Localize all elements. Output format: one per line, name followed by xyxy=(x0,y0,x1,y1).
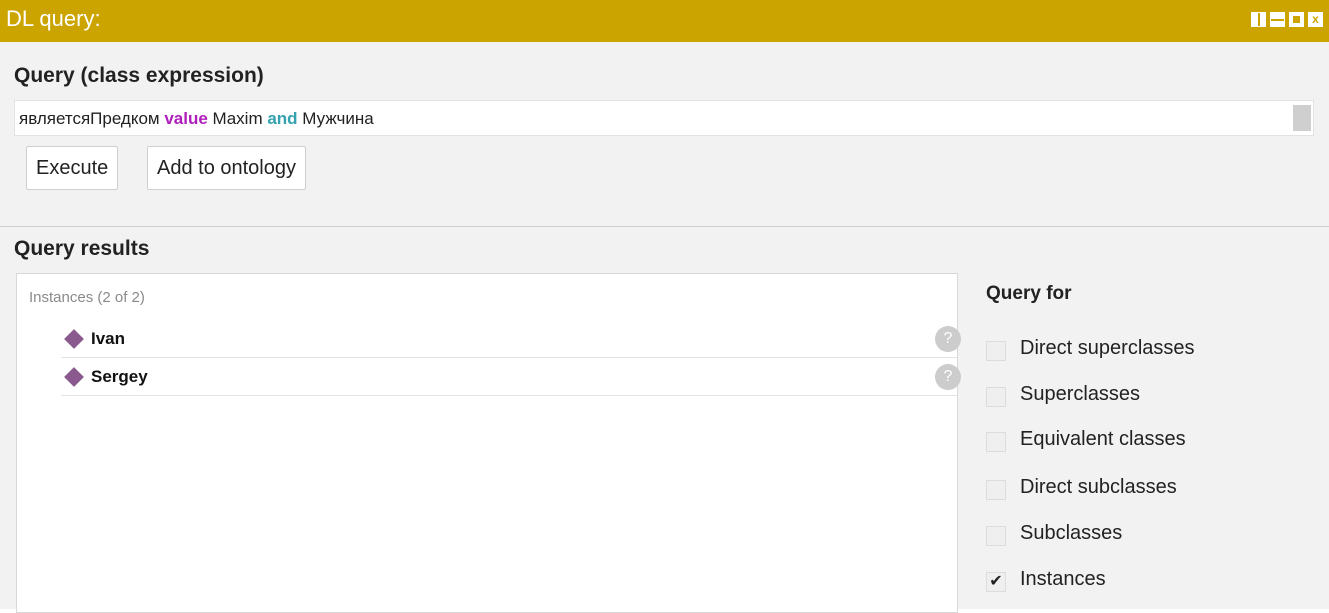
expression-text: являетсяПредком xyxy=(19,109,165,128)
expression-text: Maxim xyxy=(207,109,268,128)
keyword-and: and xyxy=(267,109,298,128)
option-label: Subclasses xyxy=(1020,522,1123,544)
results-heading: Query results xyxy=(14,237,150,260)
maximize-icon[interactable] xyxy=(1289,12,1304,27)
results-caption: Instances (2 of 2) xyxy=(29,289,145,306)
results-list: Instances (2 of 2) Ivan ? Sergey ? xyxy=(16,273,961,613)
title-bar: DL query: x xyxy=(0,0,1329,42)
option-label: Equivalent classes xyxy=(1020,428,1186,450)
query-heading: Query (class expression) xyxy=(14,64,264,87)
class-expression-editor[interactable]: являетсяПредком value Maxim and Мужчина xyxy=(14,100,1314,136)
checkbox[interactable] xyxy=(986,387,1006,407)
option-label: Direct subclasses xyxy=(1020,476,1177,498)
window-controls: x xyxy=(1251,12,1323,27)
option-label: Instances xyxy=(1020,568,1106,590)
execute-button[interactable]: Execute xyxy=(26,146,119,190)
list-item[interactable]: Ivan ? xyxy=(61,322,961,358)
add-to-ontology-button[interactable]: Add to ontology xyxy=(147,146,306,190)
split-horizontal-icon[interactable] xyxy=(1270,12,1285,27)
checkbox[interactable] xyxy=(986,432,1006,452)
close-icon[interactable]: x xyxy=(1308,12,1323,27)
checkbox[interactable] xyxy=(986,526,1006,546)
list-item[interactable]: Sergey ? xyxy=(61,360,961,396)
query-for-heading: Query for xyxy=(986,283,1072,304)
individual-label: Sergey xyxy=(91,367,148,386)
query-panel: Query (class expression) являетсяПредком… xyxy=(0,42,1329,227)
option-label: Direct superclasses xyxy=(1020,337,1195,359)
editor-scrollbar[interactable] xyxy=(1293,105,1311,131)
individual-icon xyxy=(64,367,84,387)
option-label: Superclasses xyxy=(1020,383,1141,405)
keyword-value: value xyxy=(164,109,208,128)
help-icon[interactable]: ? xyxy=(935,326,961,352)
checkbox[interactable] xyxy=(986,341,1006,361)
window-title: DL query: xyxy=(6,6,101,31)
results-panel: Query results Instances (2 of 2) Ivan ? … xyxy=(0,227,1329,613)
individual-label: Ivan xyxy=(91,329,126,348)
individual-icon xyxy=(64,329,84,349)
checkbox-checked[interactable]: ✔ xyxy=(986,572,1006,592)
help-icon[interactable]: ? xyxy=(935,364,961,390)
checkbox[interactable] xyxy=(986,480,1006,500)
split-vertical-icon[interactable] xyxy=(1251,12,1266,27)
expression-text: Мужчина xyxy=(297,109,374,128)
